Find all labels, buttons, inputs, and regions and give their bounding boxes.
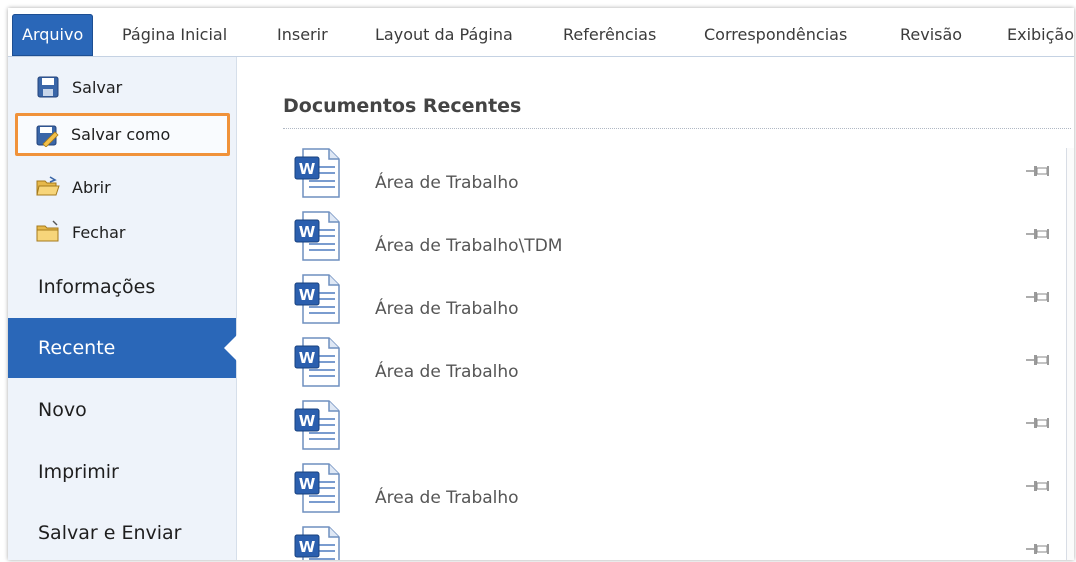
document-path: Área de Trabalho xyxy=(375,173,519,193)
scrollbar[interactable] xyxy=(1066,148,1074,560)
recent-document-row[interactable]: W xyxy=(283,525,1073,560)
pin-icon[interactable] xyxy=(1025,226,1051,242)
recent-document-row[interactable]: W xyxy=(283,399,1073,461)
nav-item-salvar-e-enviar[interactable]: Salvar e Enviar xyxy=(8,503,236,560)
close-folder-icon xyxy=(36,220,60,244)
svg-text:W: W xyxy=(299,538,316,556)
save-as-button[interactable]: Salvar como xyxy=(15,113,230,156)
pin-icon[interactable] xyxy=(1025,289,1051,305)
open-label: Abrir xyxy=(72,177,111,197)
tab-correspondencias[interactable]: Correspondências xyxy=(704,14,847,56)
pin-icon[interactable] xyxy=(1025,541,1051,557)
open-folder-icon xyxy=(36,175,60,199)
tab-revisao[interactable]: Revisão xyxy=(900,14,962,56)
tab-inserir[interactable]: Inserir xyxy=(277,14,328,56)
word-document-icon: W xyxy=(293,336,341,388)
tab-arquivo[interactable]: Arquivo xyxy=(12,14,94,56)
word-document-icon: W xyxy=(293,147,341,199)
backstage-nav: Salvar Salvar como Abrir Fechar Informaç… xyxy=(8,57,237,560)
svg-text:W: W xyxy=(299,286,316,304)
document-path: Área de Trabalho xyxy=(375,362,519,382)
save-as-icon xyxy=(35,123,59,148)
word-document-icon: W xyxy=(293,273,341,325)
recent-document-row[interactable]: W Área de Trabalho xyxy=(283,336,1073,398)
ribbon-tab-bar: Arquivo Página Inicial Inserir Layout da… xyxy=(8,8,1074,57)
document-path: Área de Trabalho xyxy=(375,299,519,319)
tab-pagina-inicial[interactable]: Página Inicial xyxy=(122,14,227,56)
svg-text:W: W xyxy=(299,412,316,430)
word-document-icon: W xyxy=(293,210,341,262)
close-button[interactable]: Fechar xyxy=(16,214,226,250)
tab-exibicao[interactable]: Exibição xyxy=(1007,14,1074,56)
word-document-icon: W xyxy=(293,525,341,560)
pin-icon[interactable] xyxy=(1025,352,1051,368)
save-button[interactable]: Salvar xyxy=(16,69,226,105)
nav-item-novo[interactable]: Novo xyxy=(8,380,236,440)
pin-icon[interactable] xyxy=(1025,163,1051,179)
pin-icon[interactable] xyxy=(1025,415,1051,431)
save-label: Salvar xyxy=(72,77,123,97)
save-as-label: Salvar como xyxy=(71,125,171,144)
recent-document-row[interactable]: W Área de Trabalho xyxy=(283,147,1073,209)
recent-documents-title: Documentos Recentes xyxy=(283,95,522,117)
backstage-window: Arquivo Página Inicial Inserir Layout da… xyxy=(8,8,1074,560)
save-icon xyxy=(36,75,60,99)
nav-item-informacoes[interactable]: Informações xyxy=(8,257,236,317)
document-path: Área de Trabalho\TDM xyxy=(375,236,563,256)
word-document-icon: W xyxy=(293,462,341,514)
open-button[interactable]: Abrir xyxy=(16,169,226,205)
title-divider xyxy=(283,128,1071,129)
recent-document-row[interactable]: W Área de Trabalho\TDM xyxy=(283,210,1073,272)
svg-text:W: W xyxy=(299,349,316,367)
recent-document-row[interactable]: W Área de Trabalho xyxy=(283,462,1073,524)
tab-layout-da-pagina[interactable]: Layout da Página xyxy=(375,14,513,56)
svg-text:W: W xyxy=(299,160,316,178)
nav-item-imprimir[interactable]: Imprimir xyxy=(8,442,236,502)
word-document-icon: W xyxy=(293,399,341,451)
tab-referencias[interactable]: Referências xyxy=(563,14,656,56)
recent-documents-pane: Documentos Recentes W Área de Trabalho W Ár… xyxy=(237,57,1074,560)
pin-icon[interactable] xyxy=(1025,478,1051,494)
close-label: Fechar xyxy=(72,222,126,242)
document-path: Área de Trabalho xyxy=(375,488,519,508)
svg-text:W: W xyxy=(299,475,316,493)
nav-item-recente[interactable]: Recente xyxy=(8,318,237,378)
svg-text:W: W xyxy=(299,223,316,241)
recent-document-row[interactable]: W Área de Trabalho xyxy=(283,273,1073,335)
